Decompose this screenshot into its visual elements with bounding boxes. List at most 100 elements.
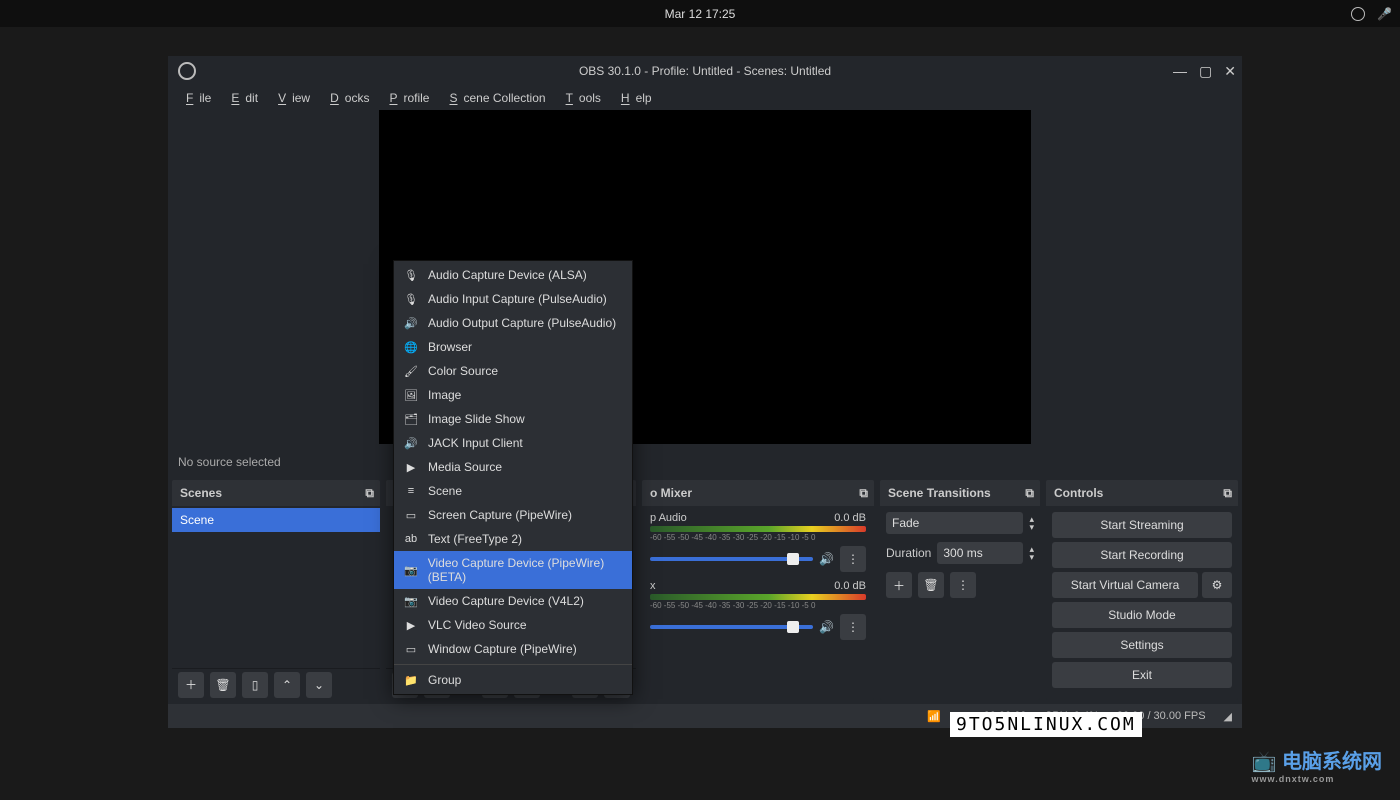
controls-panel: Controls ⧉ Start Streaming Start Recordin… bbox=[1046, 480, 1238, 700]
source-type-audio-input-capture-pulseaudio-[interactable]: 🎙Audio Input Capture (PulseAudio) bbox=[394, 287, 632, 311]
audio-mixer-panel: o Mixer ⧉ p Audio0.0 dB -60 -55 -50 -45 -… bbox=[642, 480, 874, 700]
source-type-media-source[interactable]: ▶Media Source bbox=[394, 455, 632, 479]
studio-mode-button[interactable]: Studio Mode bbox=[1052, 602, 1232, 628]
ab-icon: ab bbox=[404, 533, 418, 545]
titlebar: OBS 30.1.0 - Profile: Untitled - Scenes:… bbox=[168, 56, 1242, 86]
mixer-channel-0: p Audio0.0 dB -60 -55 -50 -45 -40 -35 -3… bbox=[642, 508, 874, 576]
scenes-title: Scenes bbox=[180, 486, 222, 500]
menu-profile[interactable]: Profile bbox=[377, 89, 435, 107]
speaker-icon[interactable]: 🔊 bbox=[819, 620, 834, 634]
move-scene-up-button[interactable]: ⌃ bbox=[274, 672, 300, 698]
start-recording-button[interactable]: Start Recording bbox=[1052, 542, 1232, 568]
menu-file[interactable]: File bbox=[174, 89, 217, 107]
add-transition-button[interactable]: ＋ bbox=[886, 572, 912, 598]
source-type-scene[interactable]: ≡Scene bbox=[394, 479, 632, 503]
exit-button[interactable]: Exit bbox=[1052, 662, 1232, 688]
duration-input[interactable]: 300 ms bbox=[937, 542, 1023, 564]
menu-tools[interactable]: Tools bbox=[554, 89, 607, 107]
imgs-icon: 🗂 bbox=[404, 413, 418, 426]
source-type-image[interactable]: 🖼Image bbox=[394, 383, 632, 407]
scene-filter-button[interactable]: ▯ bbox=[242, 672, 268, 698]
window-title: OBS 30.1.0 - Profile: Untitled - Scenes:… bbox=[579, 64, 831, 78]
close-button[interactable]: ✕ bbox=[1224, 63, 1236, 80]
source-type-color-source[interactable]: 🖌Color Source bbox=[394, 359, 632, 383]
mixer-channel-1: x0.0 dB -60 -55 -50 -45 -40 -35 -30 -25 … bbox=[642, 576, 874, 644]
move-scene-down-button[interactable]: ⌄ bbox=[306, 672, 332, 698]
popout-icon[interactable]: ⧉ bbox=[365, 486, 374, 501]
volume-slider[interactable] bbox=[650, 557, 813, 561]
source-type-group[interactable]: 📁Group bbox=[394, 668, 632, 692]
source-type-audio-output-capture-pulseaudio-[interactable]: 🔊Audio Output Capture (PulseAudio) bbox=[394, 311, 632, 335]
mixer-title: o Mixer bbox=[650, 486, 692, 500]
desktop-topbar: Mar 12 17:25 🎤 bbox=[0, 0, 1400, 27]
speaker-icon[interactable]: 🔊 bbox=[819, 552, 834, 566]
popout-icon[interactable]: ⧉ bbox=[1025, 486, 1034, 501]
channel-more-button[interactable]: ⋮ bbox=[840, 614, 866, 640]
watermark-9to5: 9TO5NLINUX.COM bbox=[950, 712, 1142, 737]
menu-help[interactable]: Help bbox=[609, 89, 658, 107]
delete-transition-button[interactable]: 🗑 bbox=[918, 572, 944, 598]
spinner-icon[interactable]: ▴▾ bbox=[1029, 515, 1034, 531]
menu-docks[interactable]: Docks bbox=[318, 89, 375, 107]
img-icon: 🖼 bbox=[404, 389, 418, 402]
obs-app-icon bbox=[178, 62, 196, 80]
obs-window: OBS 30.1.0 - Profile: Untitled - Scenes:… bbox=[168, 56, 1242, 728]
channel-more-button[interactable]: ⋮ bbox=[840, 546, 866, 572]
add-source-context-menu: 🎙Audio Capture Device (ALSA)🎙Audio Input… bbox=[393, 260, 633, 695]
source-props-row: No source selected ⚙Prope bbox=[168, 444, 1242, 480]
audio-meter bbox=[650, 526, 866, 532]
menu-scene-collection[interactable]: Scene Collection bbox=[437, 89, 551, 107]
source-type-text-freetype-2-[interactable]: abText (FreeType 2) bbox=[394, 527, 632, 551]
obs-tray-icon[interactable] bbox=[1351, 7, 1365, 21]
source-type-vlc-video-source[interactable]: ▶VLC Video Source bbox=[394, 613, 632, 637]
no-source-label: No source selected bbox=[178, 455, 281, 469]
folder-icon: 📁 bbox=[404, 674, 418, 687]
spk-icon: 🔊 bbox=[404, 437, 418, 450]
start-streaming-button[interactable]: Start Streaming bbox=[1052, 512, 1232, 538]
scenes-panel: Scenes ⧉ Scene ＋ 🗑 ▯ ⌃ ⌄ bbox=[172, 480, 380, 700]
source-type-jack-input-client[interactable]: 🔊JACK Input Client bbox=[394, 431, 632, 455]
clock: Mar 12 17:25 bbox=[665, 7, 736, 21]
source-type-browser[interactable]: 🌐Browser bbox=[394, 335, 632, 359]
system-tray: 🎤 bbox=[1351, 7, 1392, 21]
audio-meter bbox=[650, 594, 866, 600]
popout-icon[interactable]: ⧉ bbox=[859, 486, 868, 501]
scene-item[interactable]: Scene bbox=[172, 508, 380, 532]
source-type-screen-capture-pipewire-[interactable]: ▭Screen Capture (PipeWire) bbox=[394, 503, 632, 527]
start-virtual-camera-button[interactable]: Start Virtual Camera bbox=[1052, 572, 1198, 598]
spinner-icon[interactable]: ▴▾ bbox=[1029, 545, 1034, 561]
network-icon: 📶 bbox=[927, 710, 941, 723]
duration-label: Duration bbox=[886, 546, 931, 560]
menu-view[interactable]: View bbox=[266, 89, 316, 107]
transition-select[interactable]: Fade bbox=[886, 512, 1023, 534]
source-type-window-capture-pipewire-[interactable]: ▭Window Capture (PipeWire) bbox=[394, 637, 632, 661]
win-icon: ▭ bbox=[404, 643, 418, 656]
volume-slider[interactable] bbox=[650, 625, 813, 629]
watermark-dnxtw: 📺 电脑系统网 www.dnxtw.com bbox=[1252, 745, 1382, 784]
virtual-camera-settings-button[interactable]: ⚙ bbox=[1202, 572, 1232, 598]
win-icon: ▭ bbox=[404, 509, 418, 522]
resize-grip-icon[interactable]: ◢ bbox=[1224, 710, 1232, 723]
popout-icon[interactable]: ⧉ bbox=[1223, 486, 1232, 501]
mic-icon: 🎙 bbox=[404, 269, 418, 282]
menubar: File Edit View Docks Profile Scene Colle… bbox=[168, 86, 1242, 110]
add-scene-button[interactable]: ＋ bbox=[178, 672, 204, 698]
delete-scene-button[interactable]: 🗑 bbox=[210, 672, 236, 698]
settings-button[interactable]: Settings bbox=[1052, 632, 1232, 658]
globe-icon: 🌐 bbox=[404, 341, 418, 354]
source-type-audio-capture-device-alsa-[interactable]: 🎙Audio Capture Device (ALSA) bbox=[394, 263, 632, 287]
preview-area bbox=[168, 110, 1242, 444]
brush-icon: 🖌 bbox=[404, 365, 418, 378]
transition-more-button[interactable]: ⋮ bbox=[950, 572, 976, 598]
mic-tray-icon[interactable]: 🎤 bbox=[1377, 7, 1392, 21]
play-icon: ▶ bbox=[404, 619, 418, 632]
minimize-button[interactable]: — bbox=[1173, 63, 1187, 80]
source-type-image-slide-show[interactable]: 🗂Image Slide Show bbox=[394, 407, 632, 431]
source-type-video-capture-device-pipewire-beta-[interactable]: 📷Video Capture Device (PipeWire) (BETA) bbox=[394, 551, 632, 589]
source-type-video-capture-device-v4l2-[interactable]: 📷Video Capture Device (V4L2) bbox=[394, 589, 632, 613]
maximize-button[interactable]: ▢ bbox=[1199, 63, 1212, 80]
controls-title: Controls bbox=[1054, 486, 1103, 500]
spk-icon: 🔊 bbox=[404, 317, 418, 330]
menu-edit[interactable]: Edit bbox=[219, 89, 264, 107]
play-icon: ▶ bbox=[404, 461, 418, 474]
